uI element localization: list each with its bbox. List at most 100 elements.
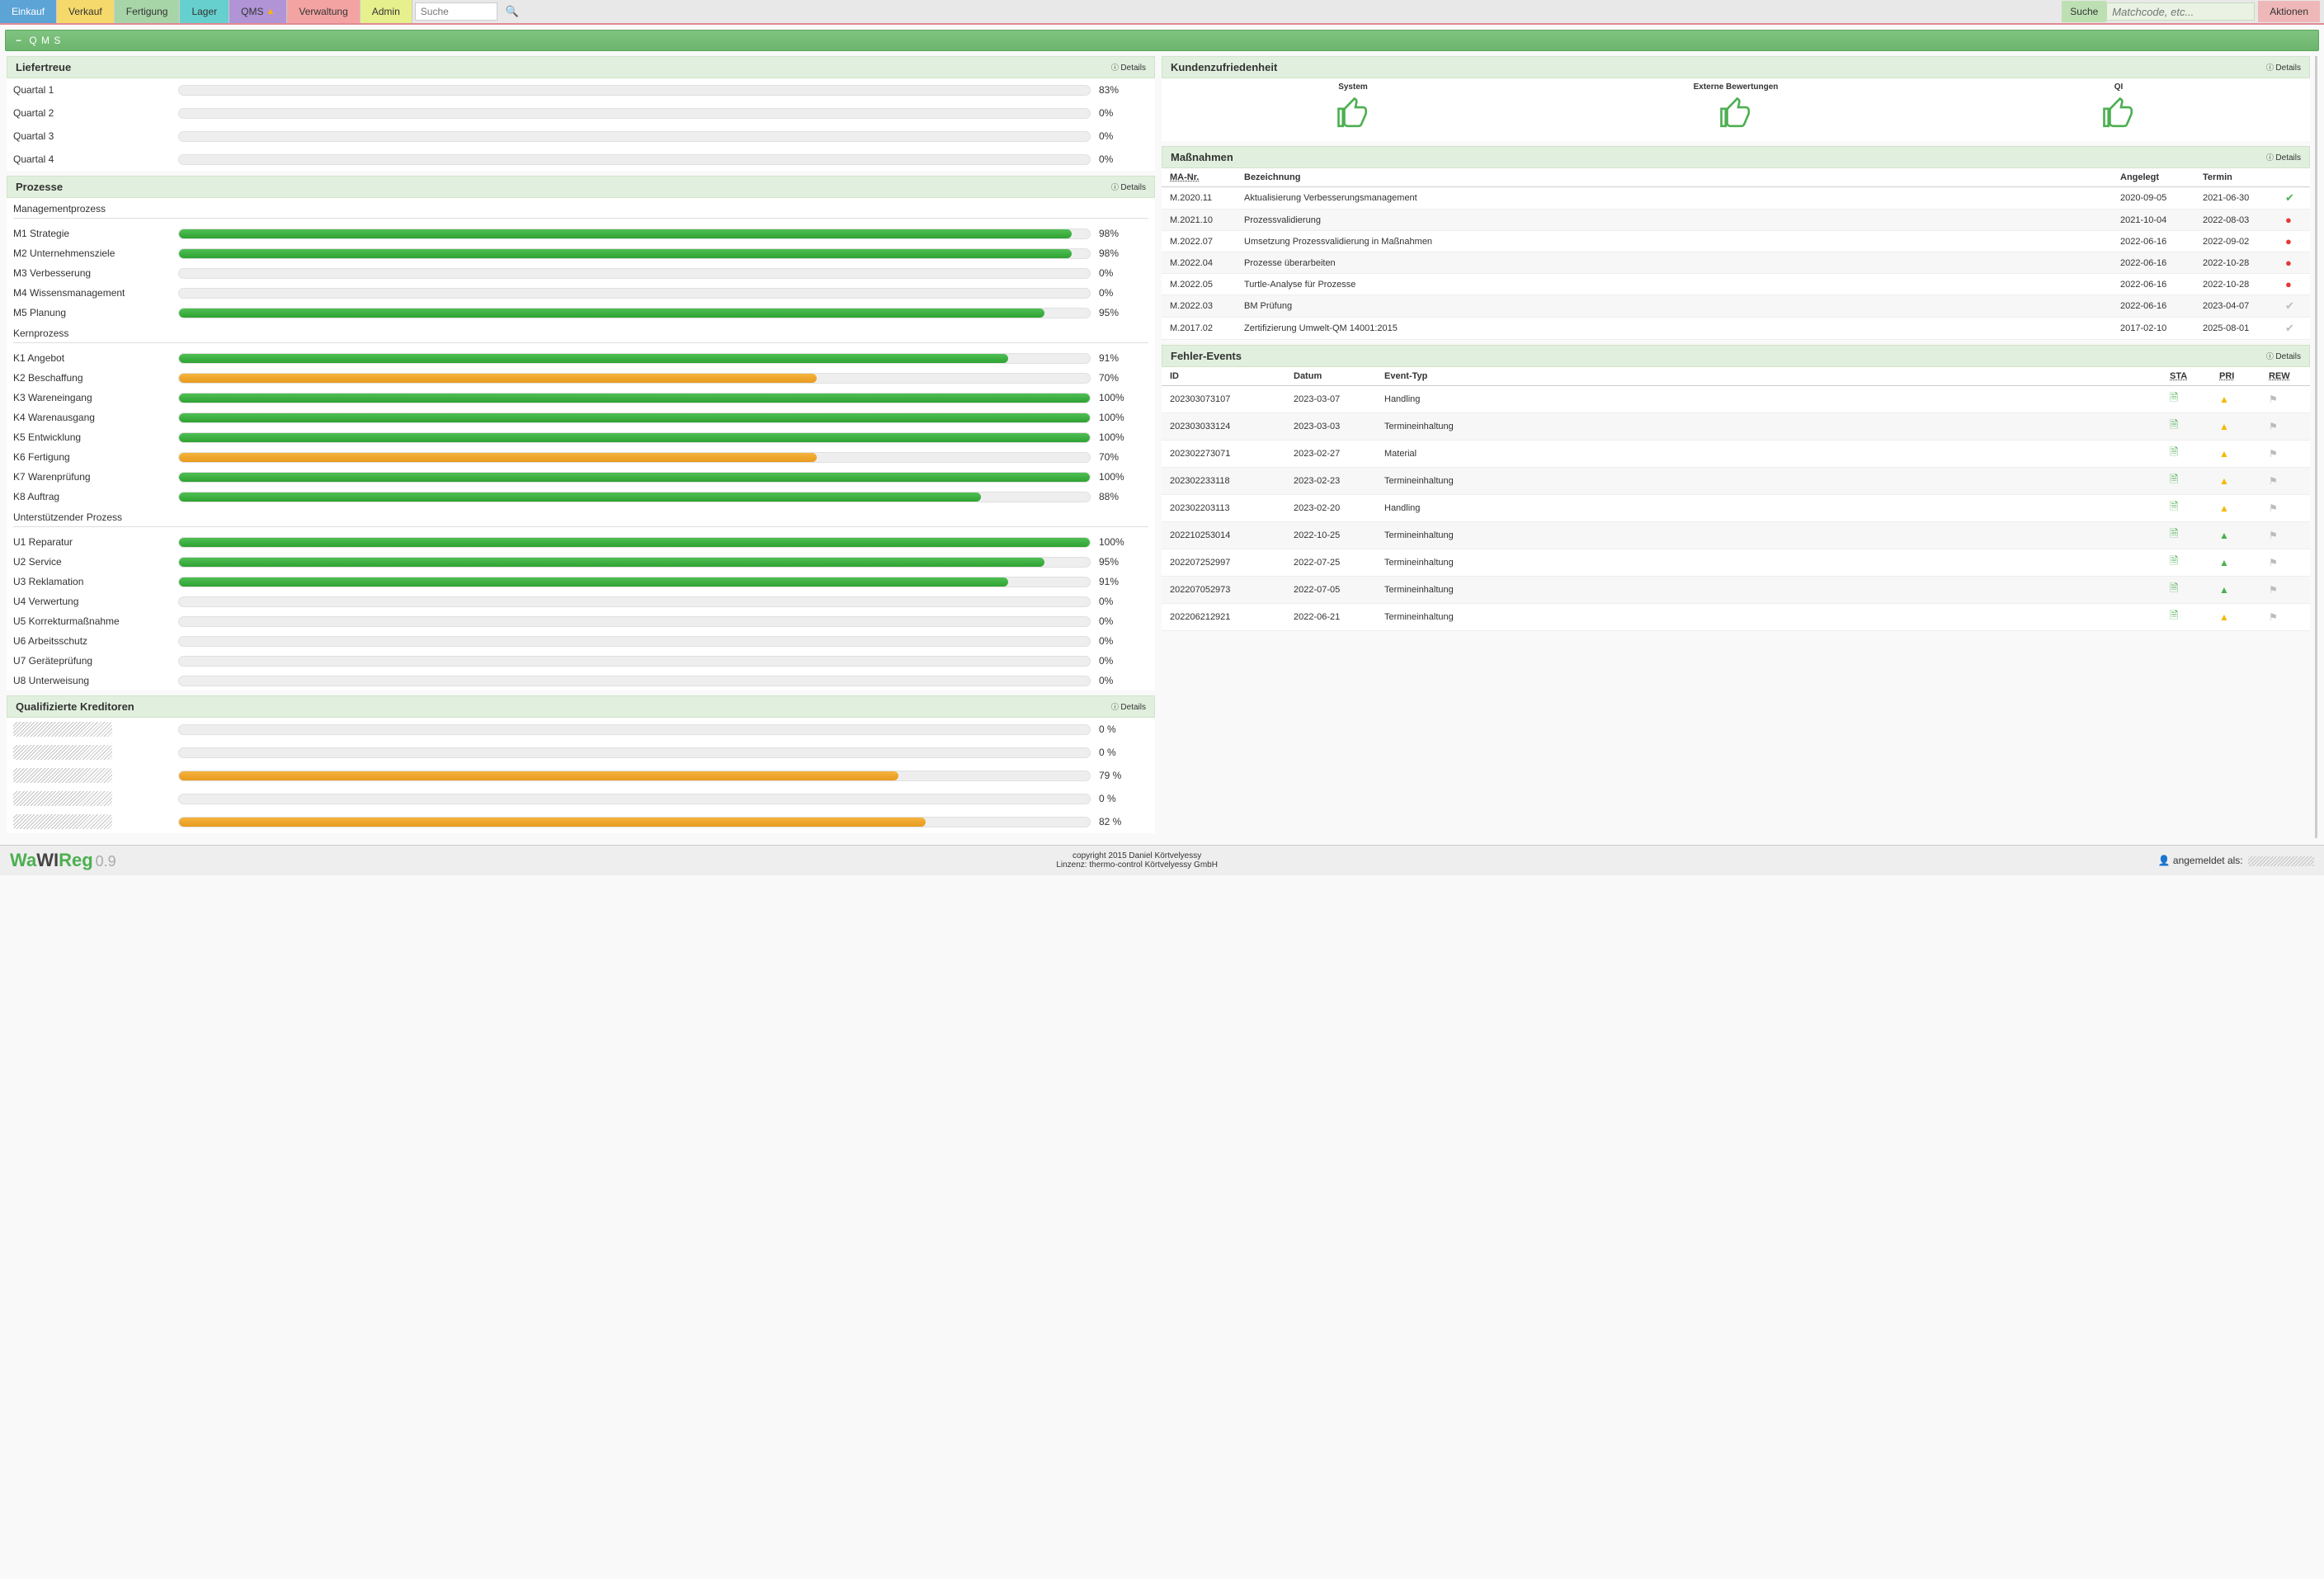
- priority-med-icon: ▲: [2219, 448, 2229, 460]
- fehler-row[interactable]: 202302273071 2023-02-27 Material 🗎 ▲ ⚑: [1162, 441, 2310, 468]
- massnahmen-row[interactable]: M.2022.07 Umsetzung Prozessvalidierung i…: [1162, 231, 2310, 252]
- progress-label: K3 Wareneingang: [13, 392, 178, 403]
- ma-bez: Turtle-Analyse für Prozesse: [1236, 274, 2112, 295]
- ma-nr: M.2022.05: [1162, 274, 1236, 295]
- aktionen-button[interactable]: Aktionen: [2258, 1, 2320, 22]
- progress-label: U2 Service: [13, 556, 178, 568]
- fehler-row[interactable]: 202303073107 2023-03-07 Handling 🗎 ▲ ⚑: [1162, 386, 2310, 413]
- flag-icon[interactable]: ⚑: [2269, 394, 2278, 405]
- fehler-row[interactable]: 202207052973 2022-07-05 Termineinhaltung…: [1162, 577, 2310, 604]
- search-icon[interactable]: 🔍: [506, 5, 519, 18]
- nav-lager[interactable]: Lager: [180, 0, 229, 23]
- search-input-right[interactable]: [2106, 2, 2255, 21]
- progress-value: 82 %: [1099, 816, 1148, 827]
- fehler-col-sta[interactable]: STA: [2170, 371, 2187, 381]
- document-icon[interactable]: 🗎: [2170, 418, 2178, 431]
- document-icon[interactable]: 🗎: [2170, 582, 2178, 594]
- login-info: 👤 angemeldet als:: [2158, 855, 2314, 866]
- fehler-row[interactable]: 202303033124 2023-03-03 Termineinhaltung…: [1162, 413, 2310, 441]
- fe-id: 202303033124: [1162, 413, 1285, 441]
- fehler-col-pri[interactable]: PRI: [2219, 371, 2234, 381]
- collapse-icon[interactable]: −: [16, 35, 22, 46]
- nav-einkauf[interactable]: Einkauf: [0, 0, 57, 23]
- ma-bez: BM Prüfung: [1236, 295, 2112, 318]
- massnahmen-row[interactable]: M.2022.03 BM Prüfung 2022-06-16 2023-04-…: [1162, 295, 2310, 318]
- priority-med-icon: ▲: [2219, 611, 2229, 623]
- progress-bar: [178, 492, 1091, 502]
- fehler-details-link[interactable]: Details: [2266, 351, 2301, 361]
- fe-datum: 2022-06-21: [1285, 604, 1376, 631]
- nav-verkauf[interactable]: Verkauf: [57, 0, 115, 23]
- progress-row: M2 Unternehmensziele 98%: [7, 243, 1155, 263]
- kz-label: QI: [1927, 82, 2310, 92]
- document-icon[interactable]: 🗎: [2170, 391, 2178, 403]
- search-input-left[interactable]: [415, 2, 497, 21]
- document-icon[interactable]: 🗎: [2170, 473, 2178, 485]
- flag-icon[interactable]: ⚑: [2269, 502, 2278, 514]
- fehler-col-datum[interactable]: Datum: [1285, 367, 1376, 386]
- massnahmen-col-ang[interactable]: Angelegt: [2112, 168, 2194, 187]
- ma-ang: 2022-06-16: [2112, 274, 2194, 295]
- flag-icon[interactable]: ⚑: [2269, 611, 2278, 623]
- qms-header-bar[interactable]: − Q M S: [5, 30, 2319, 51]
- ma-ang: 2017-02-10: [2112, 318, 2194, 340]
- fehler-row[interactable]: 202206212921 2022-06-21 Termineinhaltung…: [1162, 604, 2310, 631]
- status-warn-icon: ●: [2285, 235, 2292, 247]
- ma-ter: 2022-10-28: [2194, 274, 2277, 295]
- progress-bar: [178, 596, 1091, 607]
- prozesse-details-link[interactable]: Details: [1111, 181, 1146, 192]
- progress-bar: [178, 616, 1091, 627]
- document-icon[interactable]: 🗎: [2170, 554, 2178, 567]
- document-icon[interactable]: 🗎: [2170, 445, 2178, 458]
- fe-id: 202210253014: [1162, 522, 1285, 549]
- progress-bar: [178, 794, 1091, 804]
- massnahmen-col-nr[interactable]: MA-Nr.: [1170, 172, 1199, 182]
- liefer-row: Quartal 2 0%: [7, 101, 1155, 125]
- massnahmen-details-link[interactable]: Details: [2266, 152, 2301, 163]
- nav-fertigung[interactable]: Fertigung: [115, 0, 181, 23]
- massnahmen-row[interactable]: M.2021.10 Prozessvalidierung 2021-10-04 …: [1162, 210, 2310, 231]
- fe-datum: 2023-03-03: [1285, 413, 1376, 441]
- flag-icon[interactable]: ⚑: [2269, 475, 2278, 487]
- massnahmen-row[interactable]: M.2020.11 Aktualisierung Verbesserungsma…: [1162, 187, 2310, 210]
- fehler-row[interactable]: 202302233118 2023-02-23 Termineinhaltung…: [1162, 468, 2310, 495]
- massnahmen-row[interactable]: M.2022.05 Turtle-Analyse für Prozesse 20…: [1162, 274, 2310, 295]
- document-icon[interactable]: 🗎: [2170, 500, 2178, 512]
- progress-label: K6 Fertigung: [13, 451, 178, 463]
- nav-admin[interactable]: Admin: [361, 0, 412, 23]
- ma-ang: 2021-10-04: [2112, 210, 2194, 231]
- progress-row: U7 Geräteprüfung 0%: [7, 651, 1155, 671]
- massnahmen-row[interactable]: M.2017.02 Zertifizierung Umwelt-QM 14001…: [1162, 318, 2310, 340]
- fe-typ: Termineinhaltung: [1376, 549, 2161, 577]
- kreditoren-details-link[interactable]: Details: [1111, 701, 1146, 712]
- massnahmen-col-bez[interactable]: Bezeichnung: [1236, 168, 2112, 187]
- massnahmen-row[interactable]: M.2022.04 Prozesse überarbeiten 2022-06-…: [1162, 252, 2310, 274]
- flag-icon[interactable]: ⚑: [2269, 421, 2278, 432]
- progress-value: 95%: [1099, 556, 1148, 568]
- progress-value: 100%: [1099, 392, 1148, 403]
- document-icon[interactable]: 🗎: [2170, 609, 2178, 621]
- flag-icon[interactable]: ⚑: [2269, 557, 2278, 568]
- document-icon[interactable]: 🗎: [2170, 527, 2178, 540]
- fehler-col-typ[interactable]: Event-Typ: [1376, 367, 2161, 386]
- nav-verwaltung[interactable]: Verwaltung: [287, 0, 360, 23]
- kunden-details-link[interactable]: Details: [2266, 62, 2301, 73]
- flag-icon[interactable]: ⚑: [2269, 584, 2278, 596]
- ma-nr: M.2022.04: [1162, 252, 1236, 274]
- progress-label: M3 Verbesserung: [13, 267, 178, 279]
- fehler-row[interactable]: 202302203113 2023-02-20 Handling 🗎 ▲ ⚑: [1162, 495, 2310, 522]
- fehler-row[interactable]: 202210253014 2022-10-25 Termineinhaltung…: [1162, 522, 2310, 549]
- fehler-col-id[interactable]: ID: [1162, 367, 1285, 386]
- fehler-row[interactable]: 202207252997 2022-07-25 Termineinhaltung…: [1162, 549, 2310, 577]
- massnahmen-col-ter[interactable]: Termin: [2194, 168, 2277, 187]
- kreditor-row: 0 %: [7, 741, 1155, 764]
- liefertreue-details-link[interactable]: Details: [1111, 62, 1146, 73]
- progress-bar: [178, 656, 1091, 667]
- status-ok-icon: ✔: [2285, 191, 2294, 204]
- nav-qms[interactable]: QMS▲: [229, 0, 287, 23]
- flag-icon[interactable]: ⚑: [2269, 530, 2278, 541]
- flag-icon[interactable]: ⚑: [2269, 448, 2278, 460]
- progress-bar: [178, 771, 1091, 781]
- status-grey-icon: ✔: [2285, 299, 2294, 312]
- fehler-col-rew[interactable]: REW: [2269, 371, 2290, 381]
